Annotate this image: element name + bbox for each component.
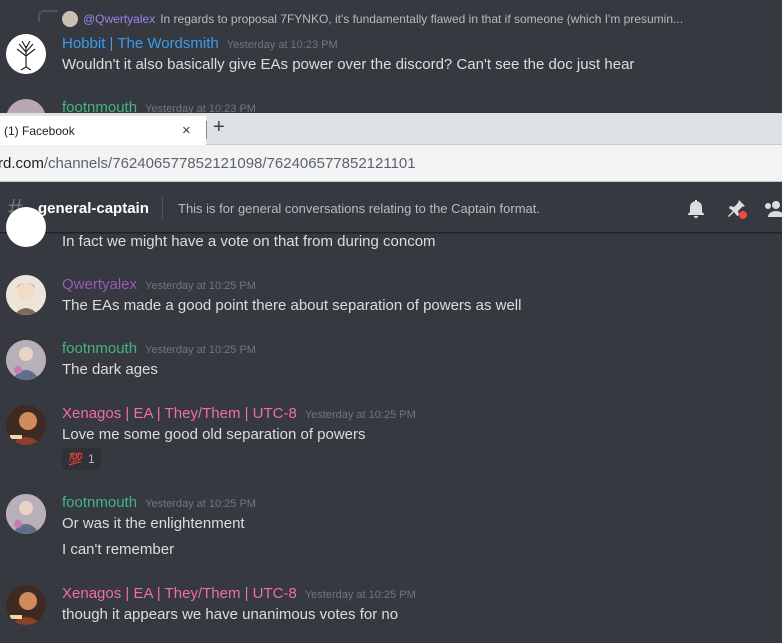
message-text: The dark ages	[62, 361, 158, 378]
avatar-image	[6, 405, 46, 445]
message-text: Love me some good old separation of powe…	[62, 426, 366, 443]
timestamp: Yesterday at 10:25 PM	[145, 280, 256, 292]
username[interactable]: Xenagos | EA | They/Them | UTC-8	[62, 405, 297, 422]
tree-icon	[6, 34, 46, 74]
hundred-emoji-icon: 💯	[68, 452, 83, 466]
avatar[interactable]	[6, 275, 46, 315]
channel-name: general-captain	[38, 200, 149, 217]
pin-icon[interactable]	[724, 197, 748, 221]
reaction-count: 1	[87, 452, 95, 466]
avatar-image	[6, 494, 46, 534]
top-discord-fragment: @Qwertyalex In regards to proposal 7FYNK…	[0, 0, 782, 139]
reply-snippet: In regards to proposal 7FYNKO, it's fund…	[160, 12, 684, 26]
avatar[interactable]	[6, 340, 46, 380]
timestamp: Yesterday at 10:25 PM	[145, 498, 256, 510]
reply-preview[interactable]: @Qwertyalex In regards to proposal 7FYNK…	[62, 11, 683, 27]
avatar[interactable]	[6, 585, 46, 625]
channel-topic[interactable]: This is for general conversations relati…	[178, 201, 540, 216]
members-icon[interactable]	[762, 197, 782, 221]
reaction-hundred[interactable]: 💯 1	[62, 448, 101, 470]
tab-close-icon[interactable]: ×	[182, 122, 191, 139]
username[interactable]: Hobbit | The Wordsmith	[62, 35, 219, 52]
message-header: footnmouth Yesterday at 10:25 PM	[62, 340, 256, 357]
reply-avatar	[62, 11, 78, 27]
new-tab-icon[interactable]: +	[213, 116, 225, 139]
timestamp: Yesterday at 10:23 PM	[226, 39, 338, 51]
url-host: rd.com	[0, 155, 44, 172]
bell-icon[interactable]	[684, 197, 708, 221]
username[interactable]: footnmouth	[62, 494, 137, 511]
message-header: footnmouth Yesterday at 10:25 PM	[62, 494, 256, 511]
tab-separator	[206, 121, 207, 139]
browser-tab[interactable]: (1) Facebook ×	[0, 116, 206, 145]
address-bar[interactable]: rd.com/channels/762406577852121098/76240…	[0, 145, 782, 182]
browser-tab-bar: (1) Facebook × +	[0, 113, 782, 145]
timestamp: Yesterday at 10:25 PM	[304, 409, 416, 421]
url-path: /channels/762406577852121098/76240657785…	[43, 155, 416, 172]
message-header: Xenagos | EA | They/Them | UTC-8 Yesterd…	[62, 405, 416, 422]
tab-title[interactable]: (1) Facebook	[4, 124, 75, 138]
avatar[interactable]	[6, 34, 46, 74]
message-text: Or was it the enlightenment	[62, 515, 245, 532]
message-text: though it appears we have unanimous vote…	[62, 606, 399, 623]
message-text: The EAs made a good point there about se…	[62, 297, 522, 314]
reply-mention[interactable]: @Qwertyalex	[83, 12, 155, 26]
message-header: Qwertyalex Yesterday at 10:25 PM	[62, 276, 256, 293]
url-text[interactable]: rd.com/channels/762406577852121098/76240…	[0, 155, 416, 172]
avatar[interactable]	[6, 405, 46, 445]
avatar-image	[6, 340, 46, 380]
message-header: Xenagos | EA | They/Them | UTC-8 Yesterd…	[62, 585, 416, 602]
message-text: Wouldn't it also basically give EAs powe…	[62, 56, 635, 73]
channel-header: # general-captain This is for general co…	[0, 183, 782, 233]
avatar-image	[6, 585, 46, 625]
username[interactable]: footnmouth	[62, 340, 137, 357]
username[interactable]: Xenagos | EA | They/Them | UTC-8	[62, 585, 297, 602]
message-header: Hobbit | The Wordsmith Yesterday at 10:2…	[62, 35, 338, 52]
message-text: In fact we might have a vote on that fro…	[62, 233, 436, 250]
header-divider	[162, 197, 163, 219]
timestamp: Yesterday at 10:25 PM	[304, 589, 416, 601]
message-text-continuation: I can't remember	[62, 541, 175, 558]
timestamp: Yesterday at 10:25 PM	[145, 344, 256, 356]
avatar[interactable]	[6, 207, 46, 247]
avatar-image	[6, 275, 46, 315]
reply-connector	[38, 10, 58, 22]
avatar[interactable]	[6, 494, 46, 534]
username[interactable]: Qwertyalex	[62, 276, 137, 293]
